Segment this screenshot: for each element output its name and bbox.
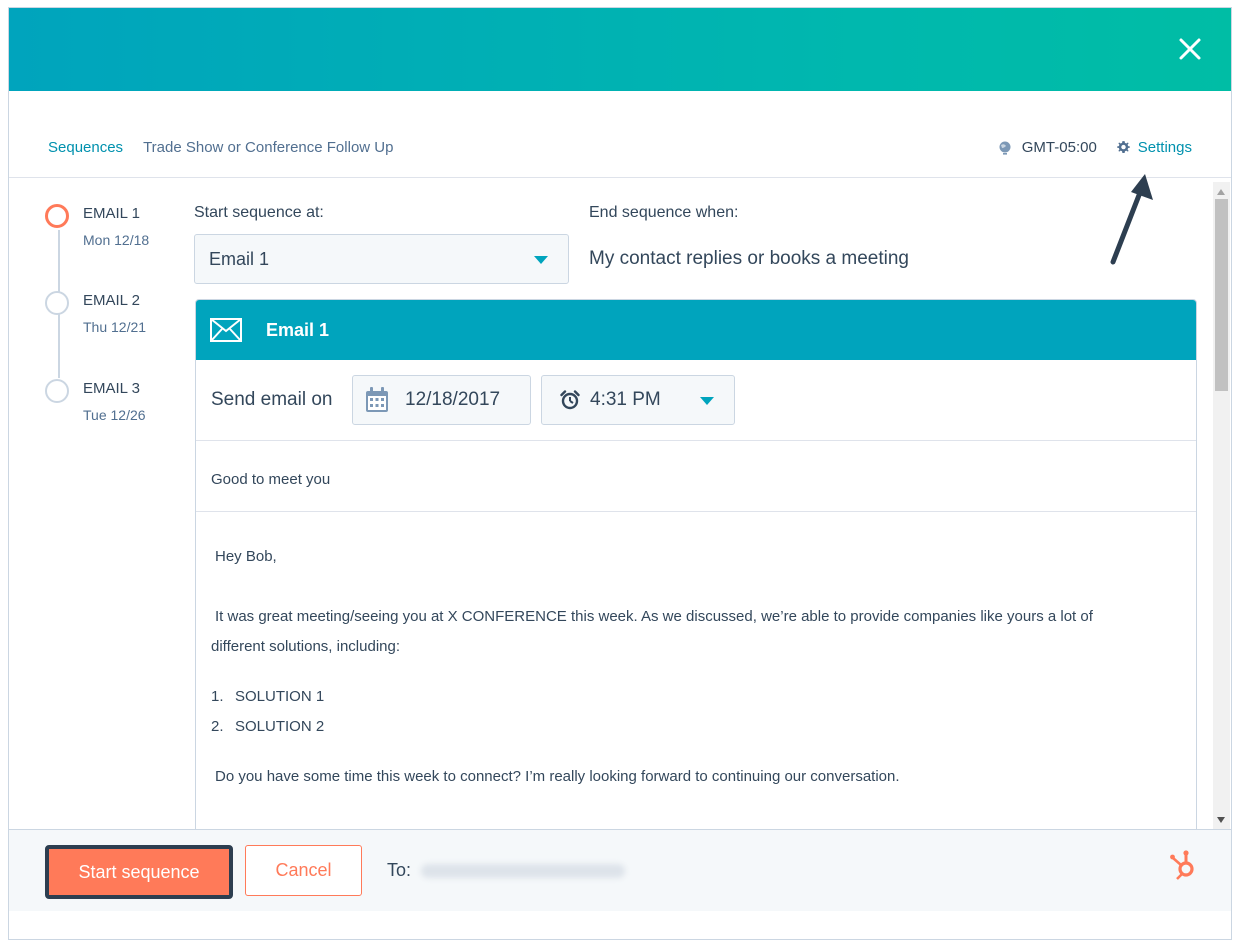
- send-time-select[interactable]: 4:31 PM: [541, 375, 735, 425]
- email-card-header: Email 1: [196, 300, 1196, 360]
- start-sequence-button[interactable]: Start sequence: [45, 845, 233, 899]
- envelope-icon: [210, 318, 242, 342]
- settings-label: Settings: [1137, 139, 1192, 156]
- calendar-icon: [366, 387, 388, 412]
- hubspot-logo-icon: [1170, 850, 1194, 880]
- modal-header: [9, 8, 1231, 91]
- scroll-down-arrow-icon[interactable]: [1217, 817, 1225, 823]
- email-greeting: Hey Bob,: [215, 548, 277, 565]
- scrollbar[interactable]: [1213, 182, 1230, 830]
- list-item: 2. SOLUTION 2: [211, 712, 1181, 742]
- start-sequence-label: Start sequence at:: [194, 204, 324, 221]
- list-text: SOLUTION 1: [235, 688, 325, 705]
- sequence-modal: Sequences Trade Show or Conference Follo…: [8, 7, 1232, 940]
- divider: [9, 177, 1231, 178]
- email-paragraph: It was great meeting/seeing you at X CON…: [215, 608, 1093, 625]
- timezone: GMT-05:00: [998, 139, 1097, 156]
- settings-link[interactable]: Settings: [1115, 139, 1192, 156]
- modal-footer: Start sequence Cancel To:: [9, 829, 1231, 911]
- close-button[interactable]: [1175, 34, 1205, 64]
- end-sequence-value: My contact replies or books a meeting: [589, 248, 909, 269]
- top-right-controls: GMT-05:00 Settings: [998, 139, 1192, 156]
- list-text: SOLUTION 2: [235, 718, 325, 735]
- close-icon: [1179, 38, 1201, 60]
- email-paragraph: Do you have some time this week to conne…: [215, 768, 900, 785]
- breadcrumb-sequences-link[interactable]: Sequences: [48, 139, 123, 156]
- timeline-title: EMAIL 1: [83, 205, 140, 222]
- start-sequence-value: Email 1: [209, 248, 270, 269]
- timeline-dot-active-icon: [45, 204, 69, 228]
- chevron-down-icon: [534, 256, 548, 264]
- timeline-dot-icon: [45, 379, 69, 403]
- timeline-date: Thu 12/21: [83, 319, 147, 335]
- breadcrumb-current: Trade Show or Conference Follow Up: [143, 139, 394, 156]
- timeline-item-email-1[interactable]: EMAIL 1 Mon 12/18: [45, 204, 149, 248]
- cancel-button[interactable]: Cancel: [245, 845, 362, 896]
- timeline-item-email-2[interactable]: EMAIL 2 Thu 12/21: [45, 291, 146, 335]
- globe-icon: [999, 141, 1011, 155]
- scroll-up-arrow-icon[interactable]: [1217, 189, 1225, 195]
- chevron-down-icon: [700, 397, 714, 405]
- timeline-date: Tue 12/26: [83, 407, 146, 423]
- to-label: To:: [387, 860, 412, 880]
- recipient-email-redacted: [421, 864, 625, 878]
- email-solution-list: 1. SOLUTION 1 2. SOLUTION 2: [211, 682, 1181, 742]
- email-card: Email 1 Send email on 12/18/2017 4:31 PM…: [195, 299, 1197, 859]
- gear-icon: [1116, 141, 1130, 154]
- scrollbar-thumb[interactable]: [1215, 199, 1228, 391]
- end-sequence-label: End sequence when:: [589, 204, 739, 221]
- email-paragraph-continued: different solutions, including:: [211, 638, 401, 655]
- breadcrumb: Sequences Trade Show or Conference Follo…: [48, 139, 393, 156]
- send-email-label: Send email on: [211, 389, 333, 410]
- annotation-arrow-icon: [1110, 174, 1153, 265]
- alarm-clock-icon: [560, 390, 580, 410]
- list-number: 1.: [211, 688, 224, 705]
- email-subject[interactable]: Good to meet you: [196, 441, 1196, 512]
- start-sequence-select[interactable]: Email 1: [194, 234, 569, 284]
- send-date-input[interactable]: 12/18/2017: [352, 375, 531, 425]
- send-row: Send email on 12/18/2017 4:31 PM: [196, 360, 1196, 441]
- send-date-value: 12/18/2017: [405, 389, 501, 410]
- timeline-title: EMAIL 2: [83, 292, 140, 309]
- list-number: 2.: [211, 718, 224, 735]
- send-time-value: 4:31 PM: [590, 389, 661, 410]
- timeline-item-email-3[interactable]: EMAIL 3 Tue 12/26: [45, 379, 146, 423]
- list-item: 1. SOLUTION 1: [211, 682, 1181, 712]
- timezone-label: GMT-05:00: [1021, 139, 1097, 156]
- email-card-title: Email 1: [266, 319, 330, 340]
- email-body-editor[interactable]: Hey Bob, It was great meeting/seeing you…: [196, 512, 1196, 792]
- timeline-dot-icon: [45, 291, 69, 315]
- timeline-title: EMAIL 3: [83, 380, 140, 397]
- timeline-date: Mon 12/18: [83, 232, 150, 248]
